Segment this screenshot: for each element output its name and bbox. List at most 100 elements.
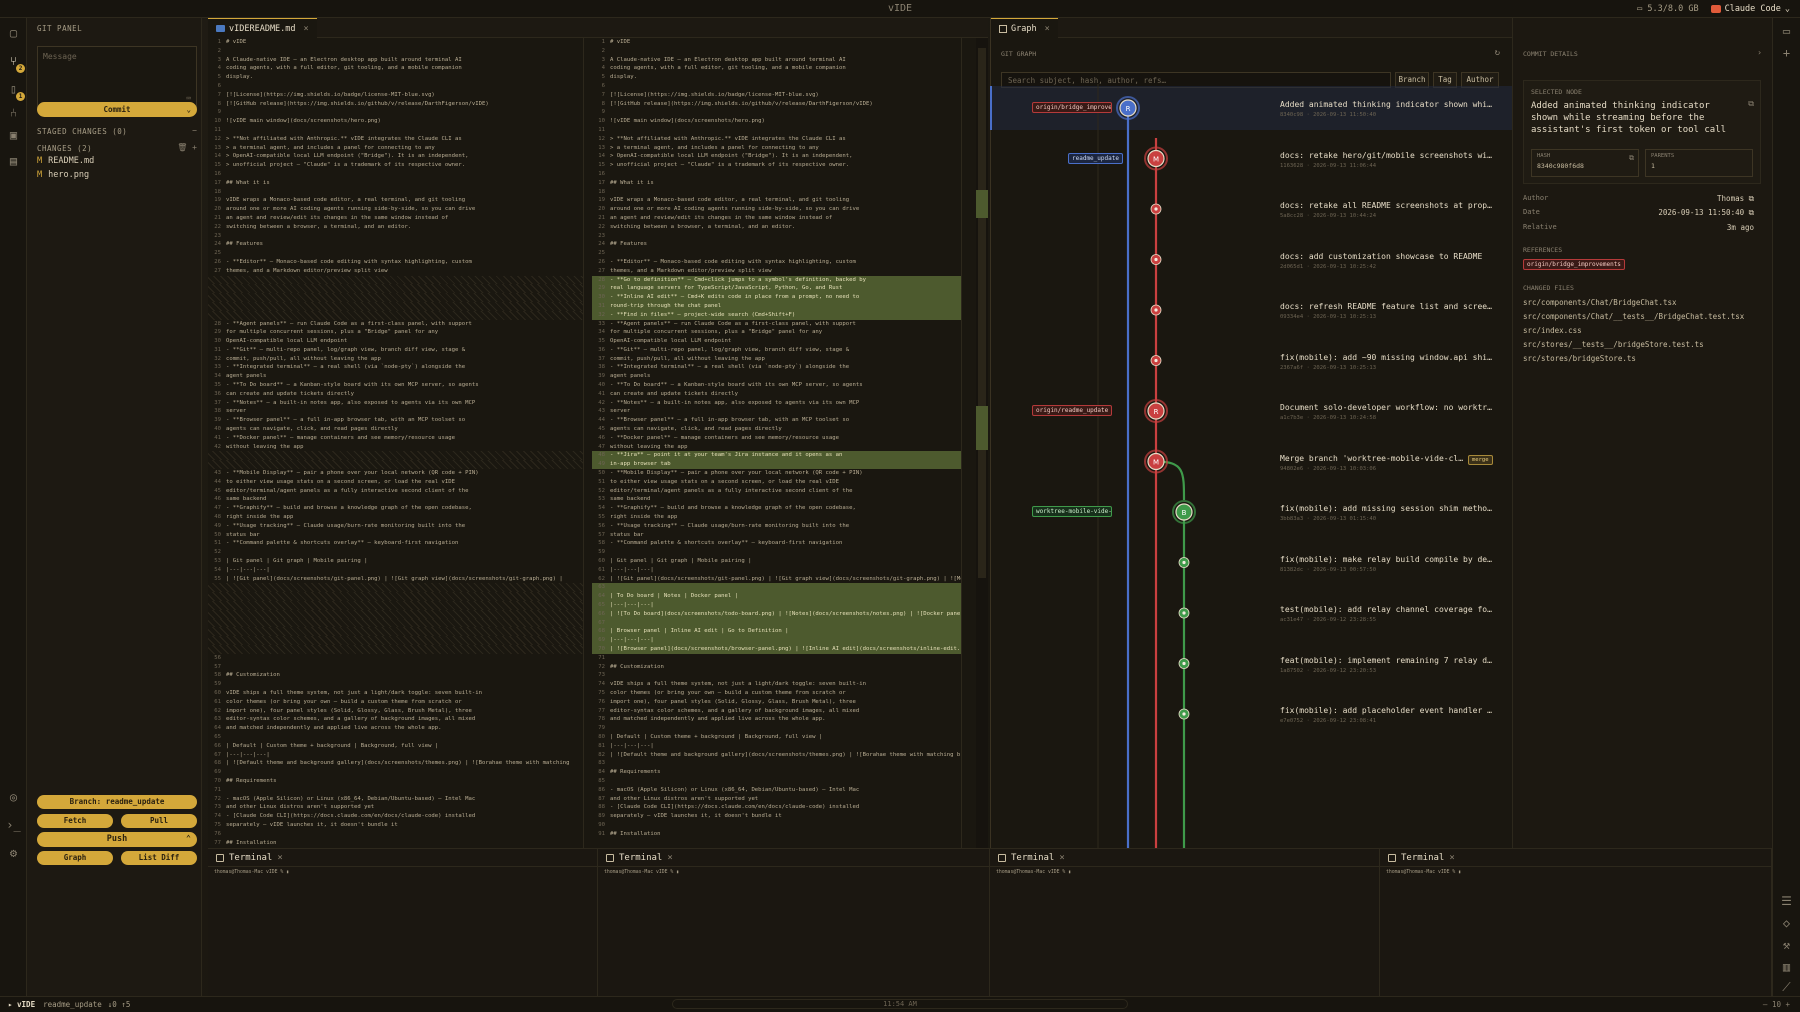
- agent-icon[interactable]: ▯ 1: [6, 82, 25, 101]
- graph-button[interactable]: Graph: [37, 851, 113, 865]
- commit-message[interactable]: fix(mobile): add placeholder event handl…: [1280, 706, 1495, 715]
- diff-original-pane[interactable]: 1 # vIDE 2 3 A Claude-native IDE — an Electr…: [208, 38, 584, 848]
- line-number: 76: [598, 698, 605, 705]
- commit-message[interactable]: fix(mobile): add ~90 missing window.api …: [1280, 353, 1495, 362]
- line-text: | ![Git panel](docs/screenshots/git-pane…: [610, 575, 962, 582]
- commit-message[interactable]: docs: retake all README screenshots at p…: [1280, 201, 1495, 210]
- diff-filler-line: [208, 293, 583, 302]
- collapse-details-icon[interactable]: ›: [1757, 48, 1762, 57]
- commit-message[interactable]: Document solo-developer workflow: no wor…: [1280, 403, 1495, 412]
- files-icon[interactable]: ▢: [6, 26, 21, 41]
- commit-message[interactable]: Added animated thinking indicator shown …: [1280, 100, 1495, 109]
- agent-selector[interactable]: Claude Code ⌄: [1710, 4, 1790, 14]
- branch-ref-tag[interactable]: origin/readme_update: [1032, 405, 1112, 416]
- zoom-control[interactable]: — 10 +: [1763, 1000, 1790, 1009]
- code-line: 56 - **Usage tracking** — Claude usage/bu…: [592, 522, 961, 531]
- stats-icon[interactable]: ▥: [1779, 960, 1794, 975]
- close-terminal-icon[interactable]: ×: [667, 853, 672, 863]
- code-line: 5 display.: [208, 73, 583, 82]
- status-branch[interactable]: readme_update: [43, 1000, 102, 1009]
- code-line: 50 - **Mobile Display** — pair a phone ov…: [592, 469, 961, 478]
- code-line: 40 - **To Do board** — a Kanban-style boa…: [592, 381, 961, 390]
- code-line: 24 ## Features: [208, 240, 583, 249]
- commit-message[interactable]: Merge branch 'worktree-mobile-vide-clien…: [1280, 454, 1465, 463]
- commit-meta: 1a87502 · 2026-09-12 23:20:53: [1280, 667, 1377, 674]
- editor-tab[interactable]: vIDEREADME.md ×: [208, 18, 317, 38]
- trend-icon[interactable]: ⟋: [1779, 980, 1794, 995]
- list-diff-button[interactable]: List Diff: [121, 851, 197, 865]
- changed-file[interactable]: M README.md: [37, 156, 94, 166]
- commit-message[interactable]: docs: refresh README feature list and sc…: [1280, 302, 1495, 311]
- line-number: 10: [598, 118, 605, 125]
- reference-tag[interactable]: origin/bridge_improvements: [1523, 259, 1625, 270]
- terminal-icon[interactable]: ›_: [6, 818, 21, 833]
- commit-message[interactable]: docs: add customization showcase to READ…: [1280, 252, 1495, 261]
- terminal-panel[interactable]: Terminal × thomas@Thomas-Mac vIDE % ▮: [990, 848, 1380, 996]
- todo-icon[interactable]: ▣: [6, 128, 21, 143]
- graph-icon[interactable]: ⑃: [6, 106, 21, 121]
- line-text: - **Mobile Display** — pair a phone over…: [226, 470, 479, 477]
- line-text: [![GitHub release](https://img.shields.i…: [610, 100, 873, 107]
- collapse-icon[interactable]: −: [192, 126, 197, 135]
- diff-modified-pane[interactable]: 1 # vIDE 2 3 A Claude-native IDE — an Electr…: [592, 38, 962, 848]
- copy-icon[interactable]: ⧉: [1748, 99, 1754, 109]
- chat-icon[interactable]: ▭: [1779, 24, 1794, 39]
- diff-overview-ruler[interactable]: [976, 38, 988, 848]
- terminal-panel[interactable]: Terminal × thomas@Thomas-Mac vIDE % ▮: [208, 848, 598, 996]
- tools-icon[interactable]: ⚒: [1779, 938, 1794, 953]
- branch-button[interactable]: Branch: readme_update: [37, 795, 197, 809]
- pull-button[interactable]: Pull: [121, 814, 197, 828]
- status-sync[interactable]: ↓0 ↑5: [108, 1000, 131, 1009]
- browser-icon[interactable]: ◎: [6, 790, 21, 805]
- notes-icon[interactable]: ▤: [6, 154, 21, 169]
- add-icon[interactable]: +: [1779, 46, 1794, 61]
- line-text: | Git panel | Git graph | Mobile pairing…: [226, 558, 368, 565]
- close-terminal-icon[interactable]: ×: [1059, 853, 1064, 863]
- branch-ref-tag[interactable]: readme_update: [1068, 152, 1123, 164]
- git-branch-icon[interactable]: ⑂ 2: [6, 54, 25, 73]
- commit-button[interactable]: Commit ⌄: [37, 102, 197, 117]
- terminal-panel[interactable]: Terminal × thomas@Thomas-Mac vIDE % ▮: [1380, 848, 1772, 996]
- merge-badge: merge: [1468, 454, 1493, 465]
- commit-message[interactable]: fix(mobile): make relay build compile by…: [1280, 555, 1495, 564]
- line-number: 60: [214, 689, 221, 696]
- selected-row-indicator: [990, 86, 992, 130]
- commit-graph[interactable]: R M R M B: [990, 18, 1512, 848]
- changed-file-link[interactable]: src/components/Chat/BridgeChat.tsx: [1523, 298, 1677, 307]
- settings-icon[interactable]: ⚙: [6, 846, 21, 861]
- changed-file-link[interactable]: src/components/Chat/__tests__/BridgeChat…: [1523, 312, 1744, 321]
- copy-hash-icon[interactable]: ⧉: [1629, 154, 1634, 163]
- changed-file[interactable]: Mhero.png: [37, 170, 89, 180]
- list-icon[interactable]: ☰: [1779, 894, 1794, 909]
- commit-message[interactable]: docs: retake hero/git/mobile screenshots…: [1280, 151, 1495, 160]
- branch-ref-tag[interactable]: origin/bridge_improvem…: [1032, 102, 1112, 113]
- terminal-panel[interactable]: Terminal × thomas@Thomas-Mac vIDE % ▮: [598, 848, 990, 996]
- push-dropdown-icon[interactable]: ⌃: [186, 832, 191, 847]
- commit-message[interactable]: test(mobile): add relay channel coverage…: [1280, 605, 1495, 614]
- line-text: agents can navigate, click, and read pag…: [610, 426, 782, 433]
- changed-file-link[interactable]: src/stores/bridgeStore.ts: [1523, 354, 1636, 363]
- commit-message-input[interactable]: Message ⌨: [37, 46, 197, 108]
- scrollbar-thumb[interactable]: [978, 48, 986, 578]
- discard-all-icon[interactable]: 🗑 +: [177, 143, 197, 152]
- line-number: 85: [598, 777, 605, 784]
- changed-file-link[interactable]: src/stores/__tests__/bridgeStore.test.ts: [1523, 340, 1704, 349]
- line-number: 39: [214, 417, 221, 424]
- commit-node-label: M: [1153, 459, 1159, 467]
- commit-message[interactable]: feat(mobile): implement remaining 7 rela…: [1280, 656, 1495, 665]
- line-text: right inside the app: [610, 514, 678, 521]
- line-number: 7: [601, 91, 605, 98]
- date-value: 2026-09-13 11:50:40 ⧉: [1658, 208, 1754, 217]
- claude-icon: [1710, 5, 1721, 13]
- push-button[interactable]: Push ⌃: [37, 832, 197, 847]
- eraser-icon[interactable]: ◇: [1779, 916, 1794, 931]
- close-tab-icon[interactable]: ×: [304, 24, 309, 34]
- changed-file-link[interactable]: src/index.css: [1523, 326, 1582, 335]
- branch-ref-tag[interactable]: worktree-mobile-vide-c…: [1032, 506, 1112, 517]
- fetch-button[interactable]: Fetch: [37, 814, 113, 828]
- line-number: 45: [598, 426, 605, 433]
- commit-dropdown-icon[interactable]: ⌄: [186, 102, 191, 117]
- close-terminal-icon[interactable]: ×: [277, 853, 282, 863]
- commit-message[interactable]: fix(mobile): add missing session shim me…: [1280, 504, 1495, 513]
- close-terminal-icon[interactable]: ×: [1449, 853, 1454, 863]
